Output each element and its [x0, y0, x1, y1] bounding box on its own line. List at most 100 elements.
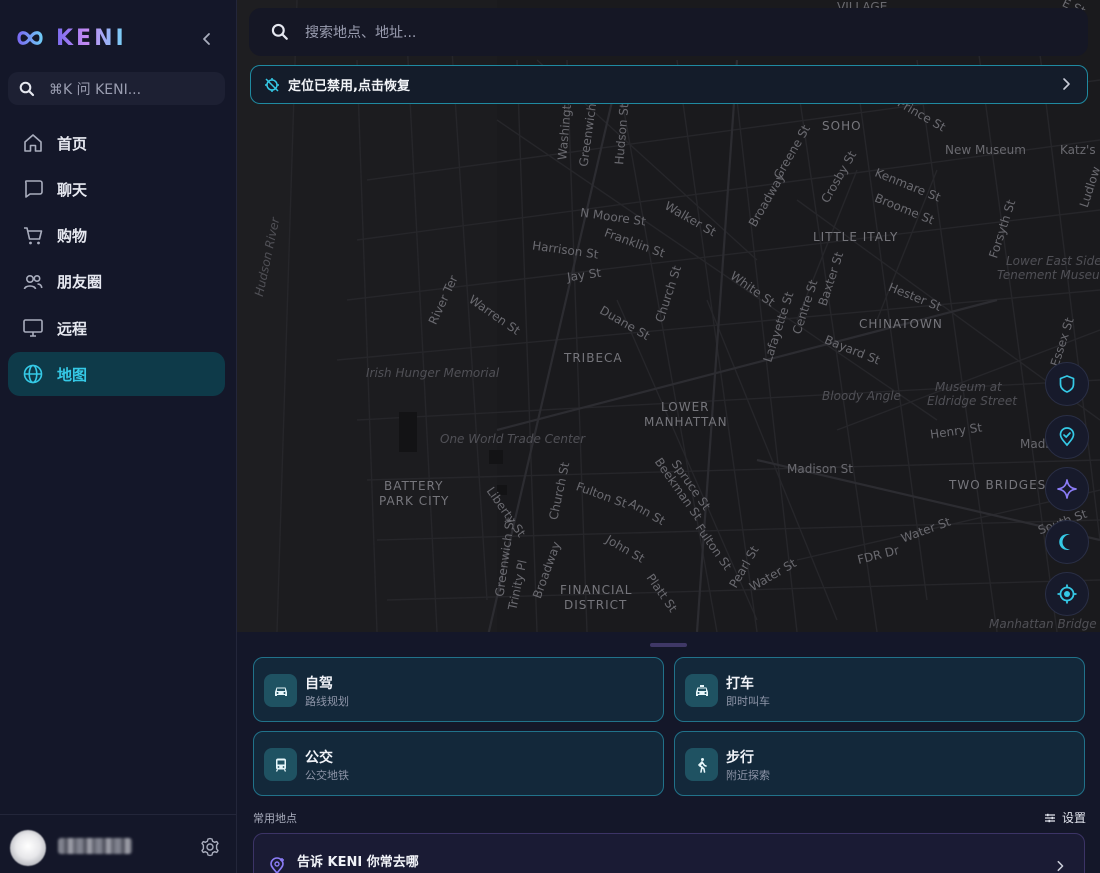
mode-drive-card[interactable]: 自驾 路线规划 — [253, 657, 664, 722]
mode-transit-card[interactable]: 公交 公交地铁 — [253, 731, 664, 796]
sidebar-nav: 首页 聊天 购物 朋友圈 远程 地图 — [8, 121, 225, 399]
mode-icon-box — [685, 748, 718, 781]
bus-icon — [275, 758, 286, 772]
moon-icon — [1059, 534, 1070, 550]
taxi-icon — [695, 684, 708, 696]
search-icon — [19, 81, 35, 96]
checkin-button[interactable] — [1045, 415, 1089, 459]
map-search-input[interactable]: 搜索地点、地址... — [249, 8, 1088, 56]
map-label: MANHATTAN — [644, 415, 728, 429]
map-label: FINANCIAL — [560, 583, 633, 597]
sidebar-item-label: 远程 — [57, 319, 88, 338]
mode-subtitle: 公交地铁 — [305, 769, 349, 782]
cart-icon — [24, 226, 43, 244]
mode-subtitle: 路线规划 — [305, 695, 349, 708]
map-label: Irish Hunger Memorial — [366, 366, 500, 380]
frequent-settings-label: 设置 — [1062, 811, 1087, 825]
main-area: VILLAGE E St SOHO New Museum Katz's D LI… — [237, 0, 1100, 873]
frequent-settings-button[interactable]: 设置 — [1044, 809, 1086, 826]
map-label: Lower East Side — [1006, 254, 1100, 268]
chevron-left-icon — [203, 33, 210, 45]
map-label: Museum at — [935, 380, 1002, 394]
location-banner-text: 定位已禁用,点击恢复 — [288, 79, 410, 94]
mode-title: 步行 — [726, 750, 754, 766]
walk-icon — [697, 757, 707, 773]
friends-icon — [23, 274, 43, 290]
brand-name: KENI — [56, 25, 127, 51]
location-disabled-banner[interactable]: 定位已禁用,点击恢复 — [250, 65, 1088, 104]
globe-icon — [23, 365, 43, 384]
map-label: New Museum — [945, 143, 1026, 157]
map-label: Katz's D — [1060, 143, 1100, 157]
frequent-places-title: 常用地点 — [253, 812, 297, 825]
map-label: Tenement Museum — [997, 268, 1100, 282]
safety-button[interactable] — [1045, 362, 1089, 406]
sidebar-item-shopping[interactable]: 购物 — [8, 214, 225, 258]
sparkle-icon — [1057, 479, 1077, 499]
map-label: PARK CITY — [379, 494, 450, 508]
sidebar-item-home[interactable]: 首页 — [8, 121, 225, 165]
home-icon — [24, 134, 42, 152]
mode-icon-box — [264, 674, 297, 707]
sidebar-item-friends[interactable]: 朋友圈 — [8, 260, 225, 304]
mode-walk-card[interactable]: 步行 附近探索 — [674, 731, 1085, 796]
chevron-right-icon — [1057, 860, 1064, 872]
location-off-icon — [265, 77, 279, 92]
add-location-icon — [270, 857, 284, 873]
tell-card-title: 告诉 KENI 你常去哪 — [297, 855, 419, 870]
sidebar-search-placeholder: ⌘K 问 KENI... — [49, 81, 142, 98]
sidebar-item-label: 首页 — [57, 134, 88, 153]
map-label: Eldridge Street — [927, 394, 1017, 408]
map-search-placeholder: 搜索地点、地址... — [305, 25, 417, 41]
locate-icon — [1057, 584, 1077, 604]
map-label: TRIBECA — [564, 351, 623, 365]
sidebar-item-map[interactable]: 地图 — [8, 352, 225, 397]
mode-taxi-card[interactable]: 打车 即时叫车 — [674, 657, 1085, 722]
settings-button[interactable] — [199, 836, 221, 858]
map-label: BATTERY — [384, 479, 444, 493]
chevron-right-icon — [1063, 78, 1070, 90]
chat-icon — [24, 180, 43, 199]
shield-icon — [1059, 375, 1075, 393]
car-icon — [274, 687, 287, 696]
sidebar-item-label: 地图 — [57, 365, 88, 384]
map-label: CHINATOWN — [859, 317, 943, 331]
map-label: Madison St — [787, 462, 853, 476]
tell-frequent-places-card[interactable]: 告诉 KENI 你常去哪 — [253, 833, 1085, 873]
map-label: Manhattan Bridge — [989, 617, 1097, 631]
avatar[interactable] — [10, 830, 46, 866]
dark-mode-button[interactable] — [1045, 520, 1089, 564]
sidebar-item-remote[interactable]: 远程 — [8, 306, 225, 350]
sidebar-item-label: 聊天 — [57, 180, 88, 199]
map-label: DISTRICT — [564, 598, 628, 612]
ai-assist-button[interactable] — [1045, 467, 1089, 511]
bottom-panel: 自驾 路线规划 打车 即时叫车 公交 公交地铁 步行 附近探索 常用地点 设置 … — [237, 632, 1100, 873]
locate-me-button[interactable] — [1045, 572, 1089, 616]
mode-icon-box — [685, 674, 718, 707]
gear-icon — [201, 837, 219, 857]
sidebar-item-label: 购物 — [57, 227, 88, 246]
brand[interactable]: KENI — [16, 24, 127, 52]
map-label: LITTLE ITALY — [813, 230, 899, 244]
mode-subtitle: 即时叫车 — [726, 695, 770, 708]
infinity-logo-icon — [17, 31, 43, 45]
mode-icon-box — [264, 748, 297, 781]
map-label: LOWER — [661, 400, 710, 414]
sidebar: KENI ⌘K 问 KENI... 首页 聊天 购物 朋友圈 远程 地图 — [0, 0, 237, 873]
drag-handle[interactable] — [650, 643, 687, 647]
location-check-icon — [1059, 427, 1075, 447]
sidebar-item-chat[interactable]: 聊天 — [8, 167, 225, 211]
sidebar-search-input[interactable]: ⌘K 问 KENI... — [8, 72, 225, 105]
sidebar-item-label: 朋友圈 — [57, 273, 103, 292]
collapse-sidebar-button[interactable] — [195, 27, 219, 51]
search-icon — [271, 23, 288, 40]
monitor-icon — [23, 319, 43, 337]
mode-title: 公交 — [305, 750, 333, 766]
map-label: TWO BRIDGES — [949, 478, 1047, 492]
map-label: Bloody Angle — [822, 389, 901, 403]
mode-subtitle: 附近探索 — [726, 769, 770, 782]
mode-title: 自驾 — [305, 676, 333, 692]
map-label: SOHO — [822, 119, 862, 133]
mode-title: 打车 — [726, 676, 754, 692]
map-label: One World Trade Center — [440, 432, 586, 446]
